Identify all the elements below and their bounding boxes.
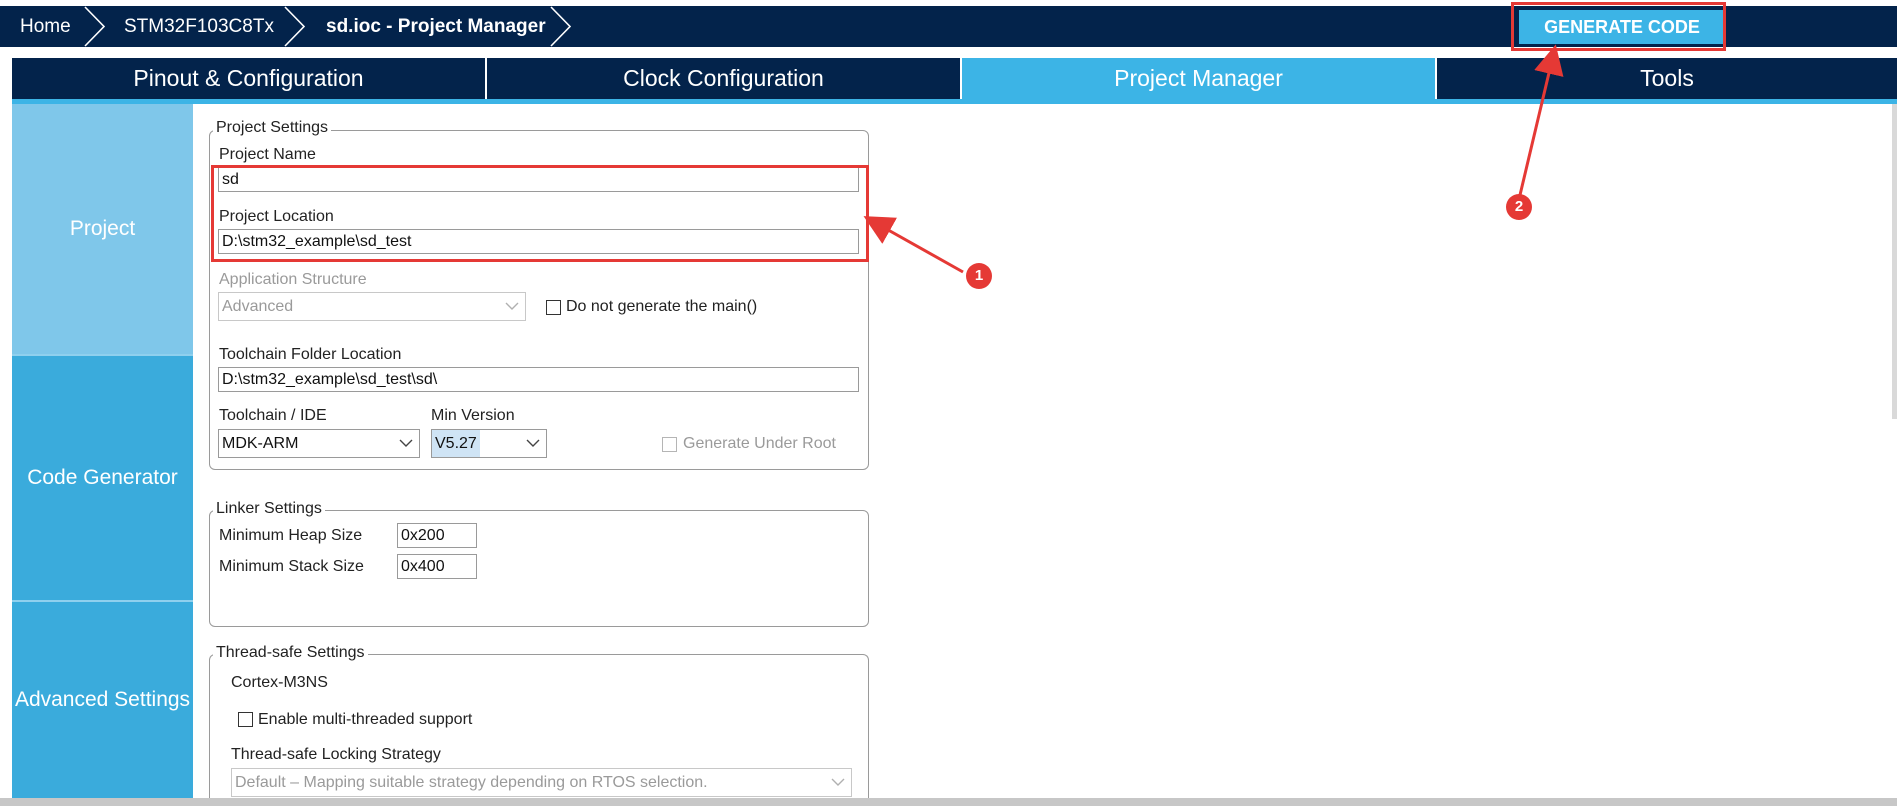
- annotation-badge-2: 2: [1506, 194, 1532, 220]
- annotation-badge-1: 1: [966, 263, 992, 289]
- bottom-scrollbar[interactable]: [0, 798, 1897, 806]
- scrollbar[interactable]: [1892, 104, 1897, 419]
- annotation-arrow-2: [1518, 44, 1564, 196]
- annotation-arrow-1: [863, 216, 964, 274]
- annotation-arrows: [863, 44, 1564, 274]
